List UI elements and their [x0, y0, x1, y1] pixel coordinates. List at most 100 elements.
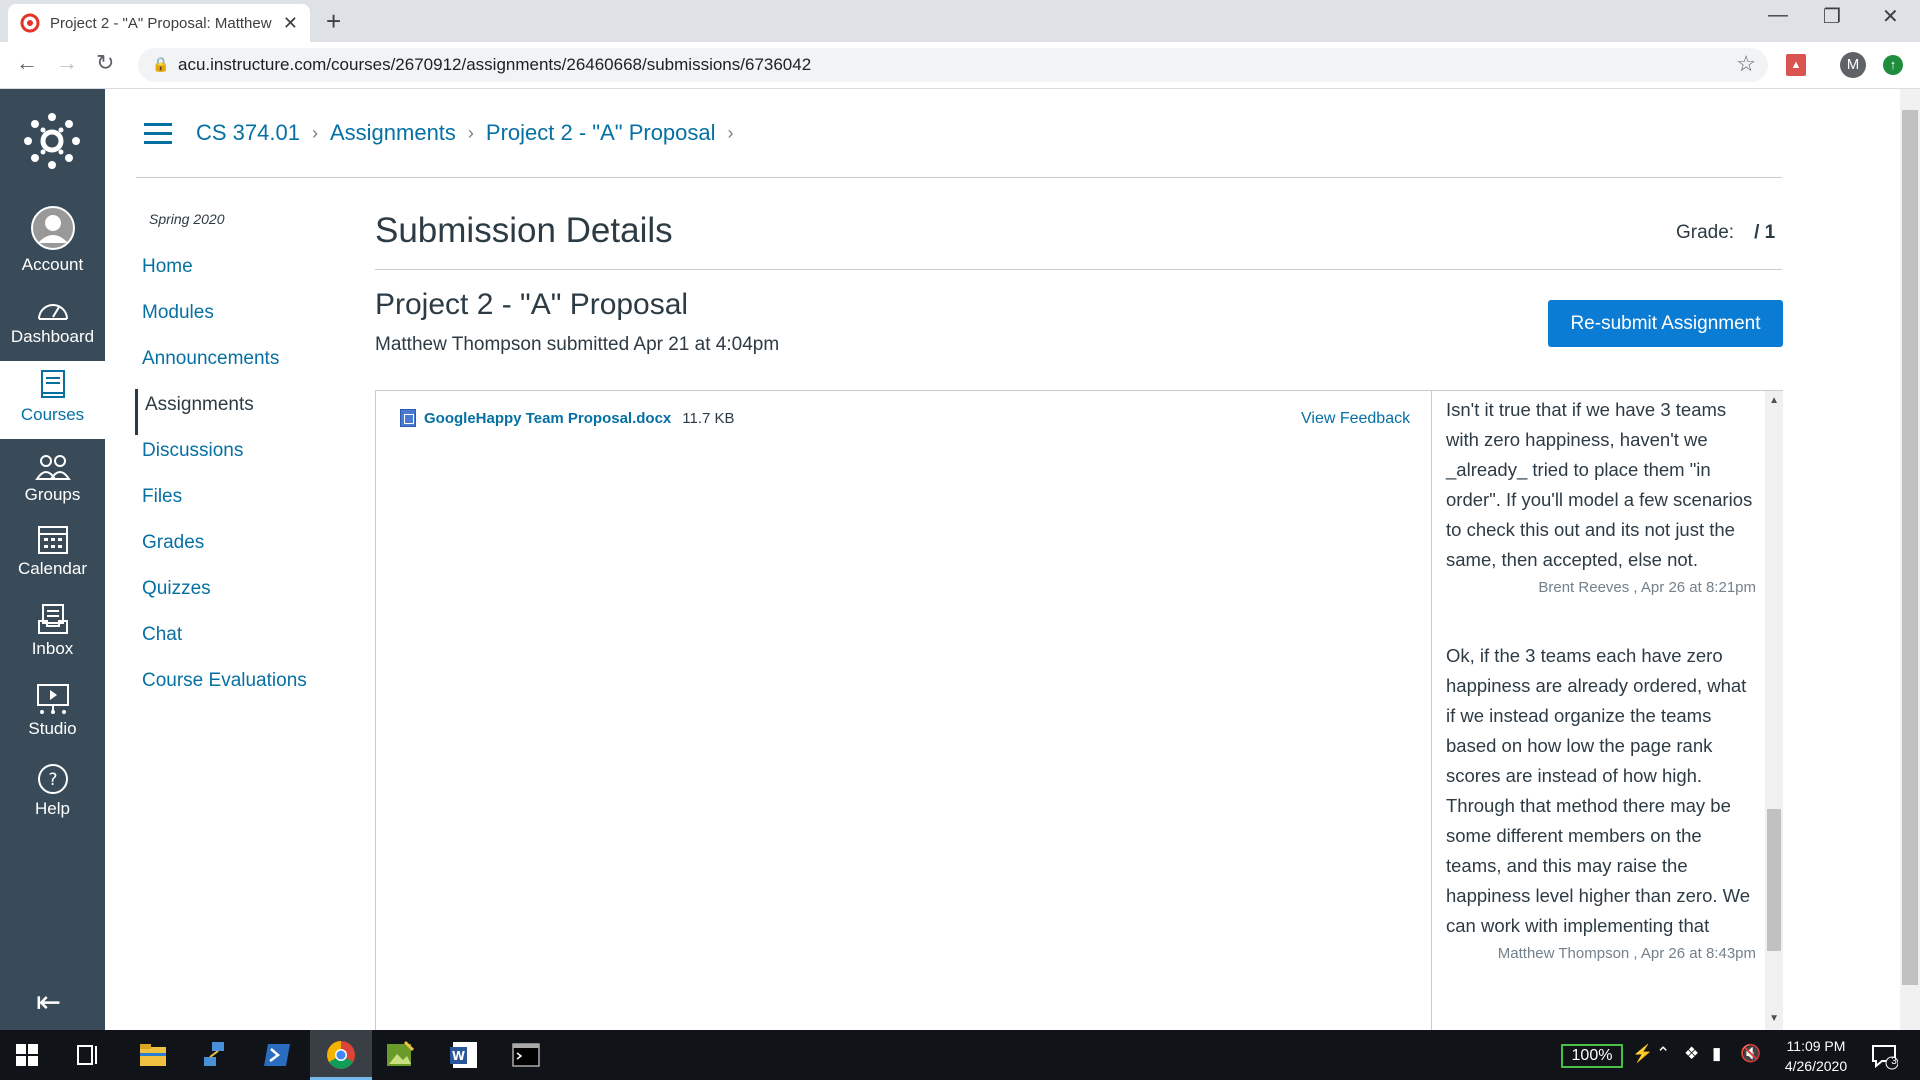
back-icon[interactable]: ←	[16, 50, 38, 76]
bookmark-star-icon[interactable]: ☆	[1736, 51, 1756, 77]
global-nav-help[interactable]: ? Help	[0, 763, 105, 819]
new-tab-button[interactable]: +	[326, 6, 341, 37]
volume-muted-icon[interactable]: 🔇	[1740, 1044, 1761, 1064]
word-document-icon	[400, 409, 416, 427]
scroll-down-icon[interactable]: ▼	[1769, 1013, 1779, 1024]
global-nav-studio[interactable]: Studio	[0, 683, 105, 739]
grade-value: / 1	[1754, 222, 1776, 243]
clock-date: 4/26/2020	[1784, 1058, 1848, 1074]
course-nav-quizzes[interactable]: Quizzes	[135, 573, 307, 619]
global-nav-inbox-label: Inbox	[31, 639, 74, 658]
url-text: acu.instructure.com/courses/2670912/assi…	[178, 55, 812, 74]
global-nav-groups-label: Groups	[24, 485, 81, 504]
breadcrumb-assignment[interactable]: Project 2 - "A" Proposal	[486, 120, 716, 146]
restore-icon[interactable]: ❐	[1823, 4, 1841, 29]
global-nav-dashboard-label: Dashboard	[10, 327, 95, 346]
global-nav-inbox[interactable]: Inbox	[0, 603, 105, 659]
show-hidden-icons-icon[interactable]: ⌃	[1656, 1044, 1670, 1064]
comment-body: Ok, if the 3 teams each have zero happin…	[1446, 645, 1751, 936]
close-window-icon[interactable]: ✕	[1882, 4, 1899, 29]
forward-icon[interactable]: →	[56, 50, 78, 76]
network-app-icon[interactable]	[200, 1040, 230, 1070]
update-icon[interactable]: ↑	[1883, 55, 1903, 75]
global-nav-dashboard[interactable]: Dashboard	[0, 297, 105, 347]
attachment-size: 11.7 KB	[682, 409, 735, 427]
attachment-row: GoogleHappy Team Proposal.docx 11.7 KB	[400, 409, 735, 427]
page-title: Submission Details	[375, 211, 673, 250]
comments-pane[interactable]: Isn't it true that if we have 3 teams wi…	[1431, 391, 1783, 1031]
global-nav-groups[interactable]: Groups	[0, 453, 105, 505]
account-avatar-icon	[30, 206, 75, 250]
clock-time: 11:09 PM	[1786, 1038, 1846, 1054]
resubmit-assignment-button[interactable]: Re-submit Assignment	[1548, 300, 1783, 347]
global-nav-account-label: Account	[21, 255, 84, 274]
pdf-extension-icon[interactable]: ▲	[1786, 54, 1806, 76]
browser-tab-strip: Project 2 - "A" Proposal: Matthew ✕ + — …	[0, 0, 1920, 42]
title-divider	[375, 269, 1782, 270]
help-icon: ?	[37, 764, 68, 794]
minimize-icon[interactable]: —	[1768, 4, 1788, 27]
dropbox-icon[interactable]: ❖	[1684, 1044, 1699, 1064]
taskbar-chrome-button[interactable]	[310, 1030, 372, 1080]
system-clock[interactable]: 11:09 PM 4/26/2020	[1766, 1036, 1866, 1076]
courses-book-icon	[40, 370, 65, 398]
dashboard-icon	[37, 304, 68, 320]
course-nav-chat[interactable]: Chat	[135, 619, 307, 665]
file-explorer-icon[interactable]	[138, 1040, 168, 1070]
notification-count: 3	[1891, 1056, 1897, 1067]
canvas-favicon-icon	[20, 13, 40, 33]
svg-text:W: W	[452, 1049, 465, 1063]
comments-scrollbar[interactable]: ▲ ▼	[1765, 391, 1783, 1031]
windows-start-icon[interactable]	[16, 1044, 38, 1066]
profile-avatar[interactable]: M	[1840, 52, 1866, 78]
grade-display: Grade: / 1	[1676, 222, 1775, 244]
course-term: Spring 2020	[149, 211, 225, 227]
course-nav-announcements[interactable]: Announcements	[135, 343, 307, 389]
course-nav-assignments[interactable]: Assignments	[135, 389, 307, 435]
powershell-icon[interactable]	[262, 1040, 292, 1070]
collapse-nav-icon[interactable]: ⇤	[36, 985, 61, 1020]
course-nav-discussions[interactable]: Discussions	[135, 435, 307, 481]
view-feedback-link[interactable]: View Feedback	[1301, 410, 1410, 428]
global-nav-account[interactable]: Account	[0, 205, 105, 275]
battery-tray-icon[interactable]: ▮	[1712, 1044, 1721, 1064]
comment-item: Isn't it true that if we have 3 teams wi…	[1446, 395, 1756, 596]
course-nav-course-evaluations[interactable]: Course Evaluations	[135, 665, 307, 711]
browser-tab[interactable]: Project 2 - "A" Proposal: Matthew ✕	[8, 4, 310, 42]
course-navigation: Home Modules Announcements Assignments D…	[135, 251, 307, 711]
course-nav-grades[interactable]: Grades	[135, 527, 307, 573]
tab-close-icon[interactable]: ✕	[283, 13, 298, 34]
attachment-link[interactable]: GoogleHappy Team Proposal.docx	[424, 410, 671, 427]
submission-info: Matthew Thompson submitted Apr 21 at 4:0…	[375, 334, 780, 355]
groups-icon	[34, 455, 71, 480]
course-menu-toggle-icon[interactable]	[144, 123, 172, 144]
word-icon[interactable]: W	[449, 1040, 479, 1070]
image-editor-icon[interactable]	[385, 1040, 415, 1070]
canvas-logo-icon[interactable]	[24, 113, 80, 169]
tab-title: Project 2 - "A" Proposal: Matthew	[50, 14, 272, 32]
page-scrollbar-thumb[interactable]	[1902, 110, 1918, 985]
course-nav-modules[interactable]: Modules	[135, 297, 307, 343]
breadcrumb-separator-icon: ›	[311, 122, 318, 143]
course-nav-home[interactable]: Home	[135, 251, 307, 297]
battery-indicator[interactable]: 100%	[1561, 1044, 1623, 1068]
power-plug-icon[interactable]: ⚡	[1632, 1044, 1653, 1064]
task-view-icon[interactable]	[76, 1044, 100, 1066]
scroll-up-icon[interactable]: ▲	[1769, 395, 1779, 406]
global-nav-calendar[interactable]: Calendar	[0, 523, 105, 579]
terminal-icon[interactable]	[511, 1040, 541, 1070]
reload-icon[interactable]: ↻	[96, 50, 114, 76]
breadcrumb: CS 374.01 › Assignments › Project 2 - "A…	[196, 120, 746, 146]
global-nav-help-label: Help	[35, 799, 70, 818]
address-bar[interactable]: 🔒 acu.instructure.com/courses/2670912/as…	[138, 48, 1768, 82]
global-nav-courses[interactable]: Courses	[0, 361, 105, 439]
lock-icon: 🔒	[152, 56, 170, 72]
comment-meta: Matthew Thompson , Apr 26 at 8:43pm	[1497, 945, 1756, 962]
grade-label: Grade:	[1676, 222, 1735, 243]
course-nav-files[interactable]: Files	[135, 481, 307, 527]
breadcrumb-course[interactable]: CS 374.01	[196, 120, 300, 146]
breadcrumb-separator-icon: ›	[467, 122, 474, 143]
comments-scrollbar-thumb[interactable]	[1767, 809, 1781, 951]
comment-body: Isn't it true that if we have 3 teams wi…	[1446, 399, 1753, 570]
breadcrumb-assignments[interactable]: Assignments	[330, 120, 456, 146]
